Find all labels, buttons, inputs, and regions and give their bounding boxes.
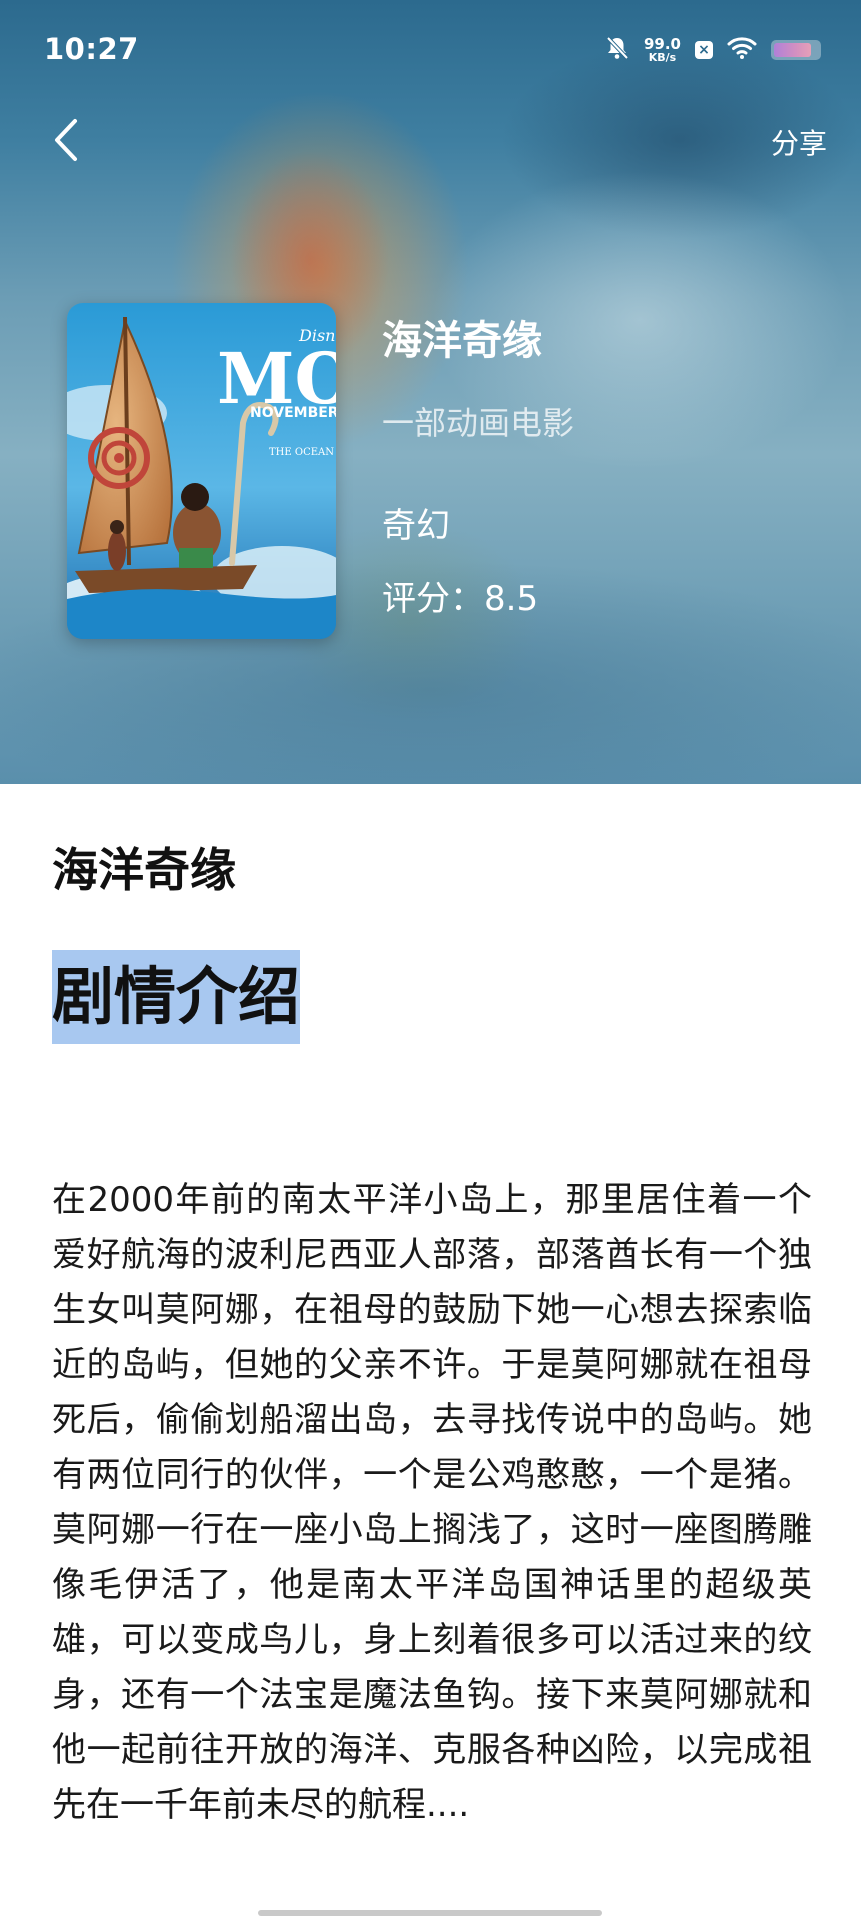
network-speed: 99.0 KB/s <box>643 35 681 64</box>
movie-subtitle: 一部动画电影 <box>382 404 575 442</box>
status-bar: 10:27 99.0 KB/s × <box>0 0 861 100</box>
x-app-icon: × <box>695 41 713 59</box>
section-title: 海洋奇缘 <box>52 843 236 897</box>
poster-tagline-text: THE OCEAN <box>269 447 334 458</box>
movie-title: 海洋奇缘 <box>382 318 542 364</box>
battery-icon <box>771 40 821 60</box>
hero-header: 10:27 99.0 KB/s × 分享 Disn MO NOVEMBER TH… <box>0 0 861 784</box>
movie-genre: 奇幻 <box>382 506 450 546</box>
heading-wrap: 剧情介绍 <box>52 950 301 1044</box>
bell-muted-icon <box>604 35 630 65</box>
status-time: 10:27 <box>44 32 139 66</box>
network-speed-unit: KB/s <box>648 51 677 64</box>
movie-rating: 评分：8.5 <box>382 579 539 619</box>
network-speed-value: 99.0 <box>643 35 681 53</box>
movie-poster: Disney MO NOVEMBER THE OCEAN <box>67 303 336 639</box>
chevron-left-icon <box>51 117 81 167</box>
battery-fill <box>774 43 811 57</box>
wifi-icon <box>727 36 757 64</box>
synopsis-heading: 剧情介绍 <box>52 950 301 1044</box>
share-button[interactable]: 分享 <box>771 114 827 170</box>
top-nav-bar: 分享 <box>0 100 861 192</box>
home-indicator[interactable] <box>258 1910 602 1916</box>
back-button[interactable] <box>36 112 96 172</box>
synopsis-text: 在2000年前的南太平洋小岛上，那里居住着一个爱好航海的波利尼西亚人部落，部落酋… <box>52 1180 812 1825</box>
status-icons: 99.0 KB/s × <box>604 32 821 68</box>
movie-detail-page: 10:27 99.0 KB/s × 分享 Disn MO NOVEMBER TH… <box>0 0 861 1920</box>
poster-month-text: NOVEMBER <box>250 405 336 421</box>
